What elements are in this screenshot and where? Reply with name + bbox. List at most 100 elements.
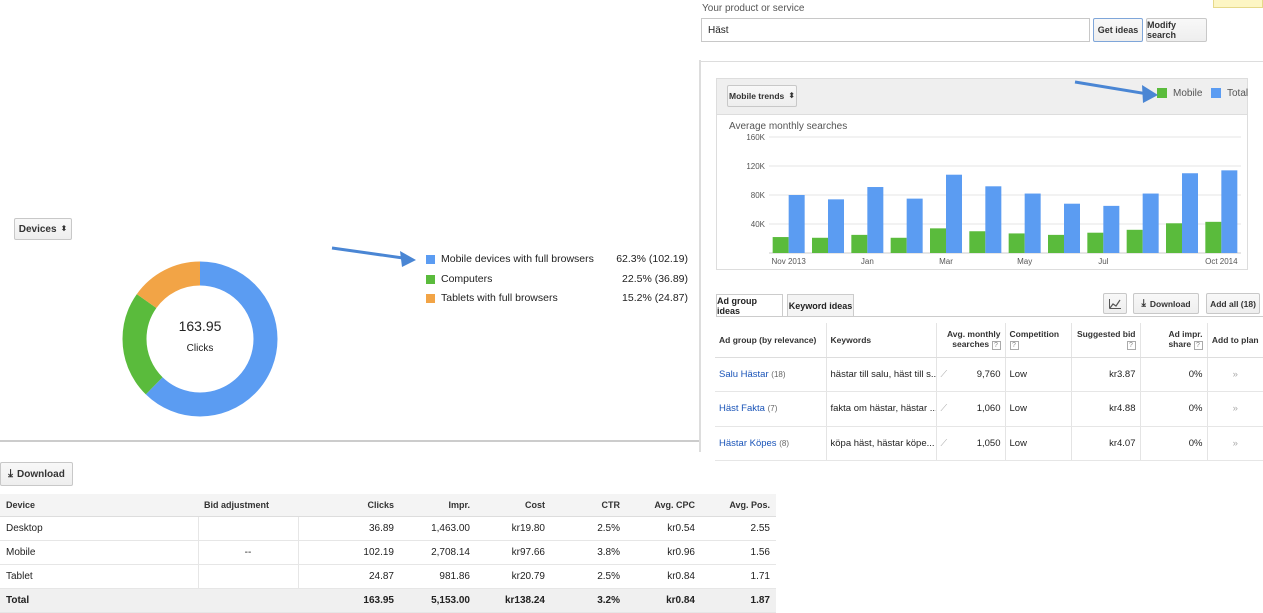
trend-icon[interactable]: ⟋ bbox=[941, 369, 948, 380]
annotation-arrow-legend bbox=[331, 246, 416, 267]
annotation-arrow-mobile bbox=[1074, 80, 1158, 103]
table-row[interactable]: Häst Fakta (7) fakta om hästar, hästar .… bbox=[715, 391, 1263, 427]
add-to-plan-icon[interactable]: » bbox=[1206, 357, 1263, 392]
bar-total-4[interactable] bbox=[946, 174, 962, 253]
competition-cell: Low bbox=[1004, 391, 1071, 427]
bar-mobile-6[interactable] bbox=[1008, 233, 1025, 253]
clicks-donut-chart: 163.95 Clicks bbox=[122, 261, 278, 417]
bar-total-10[interactable] bbox=[1182, 173, 1198, 253]
ad-group-link[interactable]: Salu Hästar bbox=[719, 369, 769, 380]
cell-avg-pos: 1.56 bbox=[701, 540, 776, 565]
cell-avg-cpc: kr0.96 bbox=[626, 540, 701, 565]
ad-group-link[interactable]: Hästar Köpes bbox=[719, 438, 777, 449]
searches-cell: ⟋ 9,760 bbox=[935, 357, 1005, 392]
bar-mobile-1[interactable] bbox=[812, 237, 828, 253]
bar-total-7[interactable] bbox=[1064, 203, 1080, 253]
cell-clicks: 163.95 bbox=[298, 588, 400, 613]
bar-mobile-8[interactable] bbox=[1087, 232, 1104, 253]
col-competition[interactable]: Competition ? bbox=[1004, 323, 1071, 358]
tab-ad-group-ideas[interactable]: Ad group ideas bbox=[716, 294, 783, 317]
col-cost[interactable]: Cost bbox=[476, 494, 551, 517]
bar-mobile-3[interactable] bbox=[890, 237, 907, 253]
cell-bid-adjustment[interactable] bbox=[197, 564, 298, 589]
donut-center-label: Clicks bbox=[187, 343, 214, 354]
bar-total-2[interactable] bbox=[867, 187, 884, 253]
ad-group-link[interactable]: Häst Fakta bbox=[719, 403, 765, 414]
help-icon[interactable]: ? bbox=[1009, 341, 1019, 351]
y-tick-label: 80K bbox=[751, 191, 766, 200]
product-search-input[interactable]: Häst bbox=[701, 18, 1090, 42]
add-to-plan-icon[interactable]: » bbox=[1206, 391, 1263, 427]
col-ad-group[interactable]: Ad group (by relevance) bbox=[715, 323, 826, 358]
modify-search-button[interactable]: Modify search bbox=[1146, 18, 1207, 42]
bar-mobile-10[interactable] bbox=[1166, 223, 1182, 253]
bar-total-6[interactable] bbox=[1024, 193, 1041, 253]
bar-total-8[interactable] bbox=[1103, 205, 1120, 253]
legend-swatch-computers bbox=[426, 274, 435, 284]
get-ideas-button[interactable]: Get ideas bbox=[1093, 18, 1143, 42]
cell-ctr: 2.5% bbox=[551, 564, 626, 589]
help-icon[interactable]: ? bbox=[991, 341, 1001, 351]
legend-item: Tablets with full browsers 15.2% (24.87) bbox=[426, 291, 688, 305]
trend-icon[interactable]: ⟋ bbox=[941, 403, 948, 414]
mobile-trends-label: Mobile trends bbox=[729, 91, 785, 101]
bar-mobile-4[interactable] bbox=[930, 228, 946, 253]
trend-icon[interactable]: ⟋ bbox=[941, 438, 948, 449]
mobile-trends-selector[interactable]: Mobile trends ⬍ bbox=[727, 85, 797, 107]
add-all-button[interactable]: Add all (18) bbox=[1206, 293, 1260, 314]
cell-impr: 5,153.00 bbox=[400, 588, 476, 613]
cell-ctr: 2.5% bbox=[551, 516, 626, 541]
table-total-row: Total 163.95 5,153.00 kr138.24 3.2% kr0.… bbox=[0, 588, 776, 613]
cell-avg-cpc: kr0.84 bbox=[626, 588, 701, 613]
table-row[interactable]: Salu Hästar (18) hästar till salu, häst … bbox=[715, 357, 1263, 392]
bar-mobile-11[interactable] bbox=[1205, 221, 1222, 253]
col-avg-monthly[interactable]: Avg. monthly searches ? bbox=[935, 323, 1005, 358]
bar-mobile-0[interactable] bbox=[772, 237, 789, 253]
col-bid-adjustment[interactable]: Bid adjustment bbox=[198, 494, 298, 517]
bar-mobile-5[interactable] bbox=[969, 231, 986, 253]
panel-divider bbox=[699, 60, 701, 452]
tab-keyword-ideas[interactable]: Keyword ideas bbox=[787, 294, 854, 316]
bar-mobile-2[interactable] bbox=[851, 234, 868, 253]
ideas-download-button[interactable]: ⤓ Download bbox=[1133, 293, 1199, 314]
cell-bid-adjustment[interactable] bbox=[197, 516, 298, 541]
col-avg-cpc[interactable]: Avg. CPC bbox=[626, 494, 701, 517]
help-icon[interactable]: ? bbox=[1126, 341, 1136, 351]
help-icon[interactable]: ? bbox=[1193, 341, 1203, 351]
chart-toggle-button[interactable] bbox=[1103, 293, 1127, 314]
bar-total-5[interactable] bbox=[985, 186, 1002, 253]
legend-value: 15.2% (24.87) bbox=[622, 292, 688, 304]
table-row: Desktop 36.89 1,463.00 kr19.80 2.5% kr0.… bbox=[0, 516, 776, 541]
col-suggested-bid[interactable]: Suggested bid ? bbox=[1070, 323, 1140, 358]
bid-cell: kr3.87 bbox=[1070, 357, 1140, 392]
cell-bid-adjustment[interactable]: -- bbox=[197, 540, 298, 565]
bar-mobile-7[interactable] bbox=[1048, 234, 1064, 253]
table-row[interactable]: Hästar Köpes (8) köpa häst, hästar köpe.… bbox=[715, 426, 1263, 461]
get-ideas-label: Get ideas bbox=[1097, 25, 1139, 35]
bar-total-3[interactable] bbox=[906, 198, 923, 253]
col-impr-share[interactable]: Ad impr. share ? bbox=[1139, 323, 1207, 358]
tooltip-corner bbox=[1213, 0, 1263, 8]
bar-total-11[interactable] bbox=[1221, 170, 1238, 253]
col-keywords[interactable]: Keywords bbox=[825, 323, 936, 358]
download-icon: ⤓ bbox=[1141, 298, 1146, 309]
download-icon: ⤓ bbox=[8, 467, 14, 480]
bar-total-9[interactable] bbox=[1142, 193, 1159, 253]
cell-cost: kr19.80 bbox=[476, 516, 551, 541]
add-to-plan-icon[interactable]: » bbox=[1206, 426, 1263, 461]
bar-total-0[interactable] bbox=[788, 195, 805, 253]
bar-mobile-9[interactable] bbox=[1126, 229, 1143, 253]
cell-cost: kr20.79 bbox=[476, 564, 551, 589]
devices-selector[interactable]: Devices ⬍ bbox=[14, 218, 72, 240]
table-header-row: Device Bid adjustment Clicks Impr. Cost … bbox=[0, 494, 776, 517]
cell-cost: kr138.24 bbox=[476, 588, 551, 613]
col-device[interactable]: Device bbox=[0, 494, 198, 517]
trends-chart-card: Mobile trends ⬍ Mobile Total Average mon… bbox=[716, 78, 1248, 270]
col-ctr[interactable]: CTR bbox=[551, 494, 626, 517]
bar-total-1[interactable] bbox=[828, 199, 844, 253]
col-impr[interactable]: Impr. bbox=[400, 494, 476, 517]
cell-avg-cpc: kr0.84 bbox=[626, 564, 701, 589]
download-button[interactable]: ⤓ Download bbox=[0, 462, 73, 486]
col-clicks[interactable]: Clicks bbox=[298, 494, 400, 517]
col-avg-pos[interactable]: Avg. Pos. bbox=[701, 494, 776, 517]
